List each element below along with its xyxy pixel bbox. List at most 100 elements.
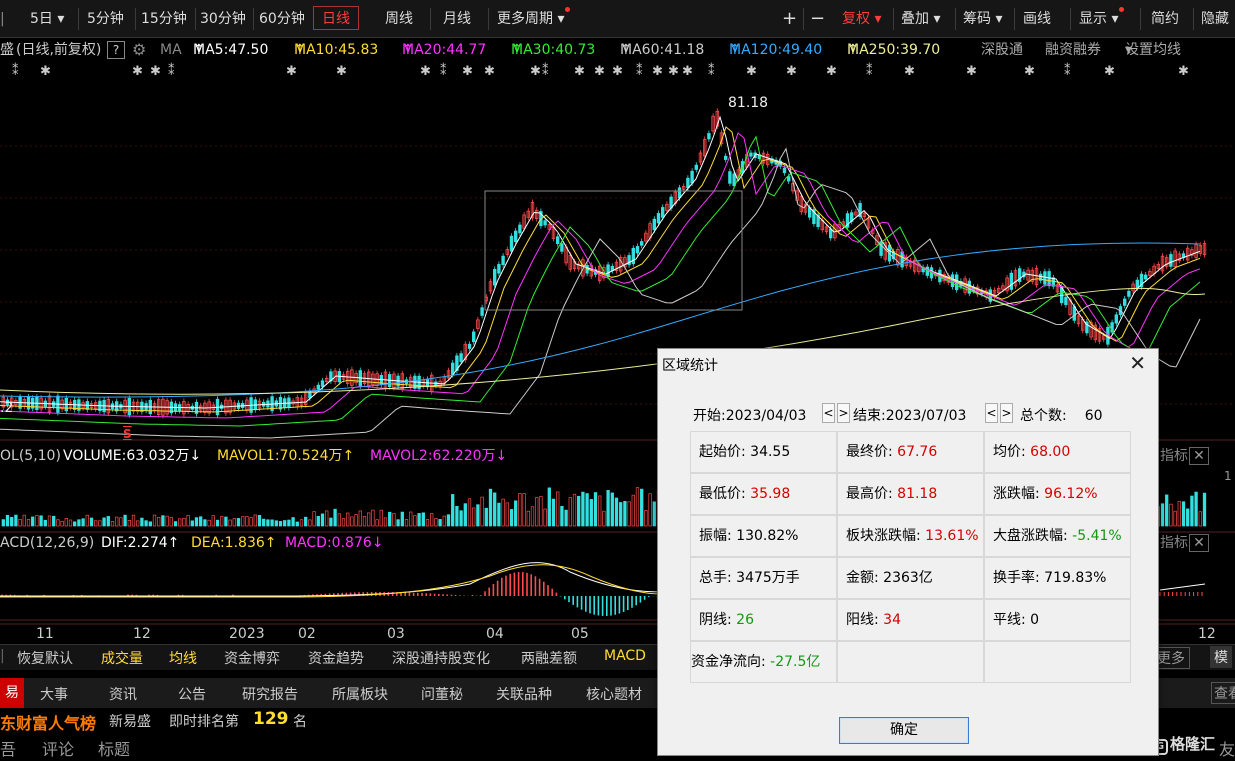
event-marker[interactable]: ⁑ [12, 64, 19, 79]
macd-close-icon[interactable]: ✕ [1189, 534, 1209, 552]
event-marker[interactable]: ✱ [668, 64, 679, 79]
subtab-capital-trend[interactable]: 资金趋势 [308, 648, 364, 668]
simple-mode-button[interactable]: 简约 [1151, 7, 1179, 31]
view-button[interactable]: 查看 [1211, 682, 1235, 704]
event-marker[interactable]: ⁑ [636, 64, 643, 79]
adjust-dropdown[interactable]: 复权 ▾ [842, 7, 881, 31]
subtab-template-button[interactable]: 模 [1210, 646, 1232, 668]
period-monthly[interactable]: 月线 [443, 7, 471, 31]
period-60min[interactable]: 60分钟 [259, 7, 305, 31]
event-marker[interactable]: ✱ [420, 64, 431, 79]
bottom-tab-friends[interactable]: 友 [1219, 736, 1235, 760]
event-marker[interactable]: ✱ [132, 64, 143, 79]
subtab-macd[interactable]: MACD [604, 648, 646, 664]
gear-icon[interactable]: ⚙ [132, 38, 146, 62]
chips-dropdown[interactable]: 筹码 ▾ [963, 7, 1002, 31]
sgt-link[interactable]: 深股通 [981, 38, 1023, 62]
event-marker[interactable]: ✱ [40, 64, 51, 79]
event-marker[interactable]: ⁑ [440, 64, 447, 79]
left-price-label: .2 [0, 400, 14, 416]
ma120-value: MA120:49.40 ↑ [729, 42, 823, 58]
event-marker[interactable]: ✱ [826, 64, 837, 79]
bottom-tab-titles[interactable]: 标题 [98, 736, 130, 760]
event-marker[interactable]: ✱ [682, 64, 693, 79]
event-marker[interactable]: ✱ [1178, 64, 1189, 79]
stat-value: 26 [736, 612, 754, 628]
stat-cell [837, 641, 984, 683]
x-axis-dec-end: 12 [1198, 626, 1216, 642]
event-marker[interactable]: ✱ [574, 64, 585, 79]
info-tab-announcements[interactable]: 公告 [178, 684, 206, 704]
event-marker[interactable]: ✱ [462, 64, 473, 79]
event-marker[interactable]: ✱ [746, 64, 757, 79]
info-tab-related[interactable]: 关联品种 [496, 684, 552, 704]
period-15min[interactable]: 15分钟 [141, 7, 187, 31]
subtab-volume[interactable]: 成交量 [101, 648, 143, 668]
event-marker[interactable]: ✱ [904, 64, 915, 79]
volume-indicator-button[interactable]: 指标 [1160, 446, 1188, 466]
end-next-button[interactable]: > [1000, 403, 1013, 423]
dialog-close-icon[interactable]: ✕ [1129, 351, 1146, 375]
period-30min[interactable]: 30分钟 [200, 7, 246, 31]
event-marker[interactable]: ✱ [786, 64, 797, 79]
event-marker[interactable]: ⁑ [708, 64, 715, 79]
stat-label: 最低价: [699, 486, 746, 502]
info-tab-events[interactable]: 大事 [40, 684, 68, 704]
event-marker[interactable]: ✱ [336, 64, 347, 79]
event-marker[interactable]: ✱ [652, 64, 663, 79]
bottom-tab-edge[interactable]: 吾 [0, 736, 16, 760]
stat-cell [984, 641, 1131, 683]
subtab-ma[interactable]: 均线 [169, 648, 197, 668]
event-marker[interactable]: ✱ [612, 64, 623, 79]
stat-value: 68.00 [1030, 444, 1071, 460]
start-next-button[interactable]: > [837, 403, 850, 423]
event-marker[interactable]: ✱ [1024, 64, 1035, 79]
subtab-reset[interactable]: 恢复默认 [17, 648, 73, 668]
ok-button[interactable]: 确定 [839, 717, 969, 744]
end-prev-button[interactable]: < [985, 403, 998, 423]
stat-cell: 最终价: 67.76 [837, 431, 984, 473]
event-marker[interactable]: ⁑ [168, 64, 175, 79]
start-prev-button[interactable]: < [822, 403, 835, 423]
set-ma-dropdown[interactable]: 设置均线 ▾ [1125, 38, 1181, 62]
event-marker[interactable]: ✱ [484, 64, 495, 79]
zoom-in-button[interactable]: + [782, 7, 797, 31]
x-axis-apr: 04 [486, 626, 504, 642]
event-marker[interactable]: ⁑ [866, 64, 873, 79]
subtab-margin-diff[interactable]: 两融差额 [521, 648, 577, 668]
info-tab-core-theme[interactable]: 核心题材 [586, 684, 642, 704]
draw-line-button[interactable]: 画线 [1023, 7, 1051, 31]
period-5min[interactable]: 5分钟 [87, 7, 124, 31]
event-marker[interactable]: ✱ [286, 64, 297, 79]
display-label: 显示 [1079, 11, 1107, 27]
info-tab-news[interactable]: 资讯 [109, 684, 137, 704]
event-marker[interactable]: ✱ [594, 64, 605, 79]
event-marker[interactable]: ✱ [530, 64, 541, 79]
overlay-dropdown[interactable]: 叠加 ▾ [901, 7, 940, 31]
event-marker[interactable]: ✱ [150, 64, 161, 79]
more-periods-dropdown[interactable]: 更多周期 ▾ [497, 7, 571, 31]
event-marker[interactable]: ✱ [1104, 64, 1115, 79]
info-tab-research[interactable]: 研究报告 [242, 684, 298, 704]
period-5day-dropdown[interactable]: 5日 ▾ [30, 7, 64, 31]
rank-board-title[interactable]: 东财富人气榜 [0, 710, 96, 734]
bottom-tab-comments[interactable]: 评论 [42, 736, 74, 760]
display-dropdown[interactable]: 显示 ▾ [1079, 7, 1125, 31]
info-tab-active[interactable]: 易 [0, 678, 24, 708]
info-tab-sector[interactable]: 所属板块 [332, 684, 388, 704]
zoom-out-button[interactable]: − [810, 7, 825, 31]
selection-rectangle [484, 190, 743, 311]
period-daily[interactable]: 日线 [313, 6, 359, 30]
help-button[interactable]: ? [107, 41, 125, 59]
info-tab-ask-secretary[interactable]: 问董秘 [421, 684, 463, 704]
event-marker[interactable]: ⁑ [1064, 64, 1071, 79]
event-marker[interactable]: ⁑ [542, 64, 549, 79]
period-weekly[interactable]: 周线 [385, 7, 413, 31]
subtab-sgt-holding[interactable]: 深股通持股变化 [392, 648, 490, 668]
macd-indicator-button[interactable]: 指标 [1160, 533, 1188, 553]
volume-close-icon[interactable]: ✕ [1189, 447, 1209, 465]
subtab-capital-game[interactable]: 资金博弈 [224, 648, 280, 668]
event-marker[interactable]: ✱ [966, 64, 977, 79]
hide-button[interactable]: 隐藏 [1201, 7, 1229, 31]
margin-trading-link[interactable]: 融资融券 [1045, 38, 1101, 62]
